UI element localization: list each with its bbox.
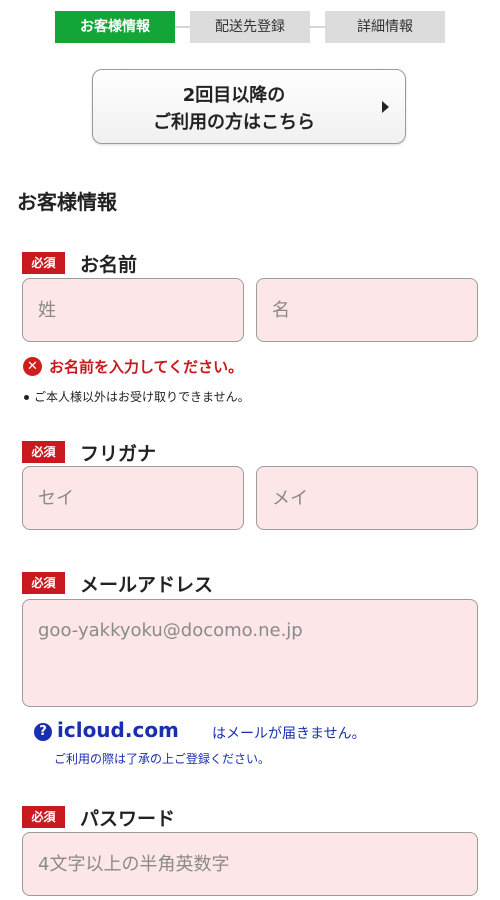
bullet-icon: [24, 395, 29, 400]
email-input[interactable]: [22, 599, 478, 707]
icloud-warning-text: はメールが届きません。: [212, 726, 366, 742]
step-shipping: 配送先登録: [190, 11, 310, 43]
icloud-domain: icloud.com: [57, 718, 179, 742]
required-badge: 必須: [22, 572, 65, 594]
furigana-label: フリガナ: [80, 443, 157, 465]
name-label: お名前: [80, 254, 138, 276]
last-name-input[interactable]: [22, 278, 244, 342]
required-badge: 必須: [22, 806, 65, 828]
returning-user-button[interactable]: 2回目以降の ご利用の方はこちら: [92, 69, 406, 144]
first-name-input[interactable]: [256, 278, 478, 342]
section-title: お客様情報: [17, 190, 117, 214]
password-input[interactable]: [22, 832, 478, 896]
returning-user-label: 2回目以降の ご利用の方はこちら: [153, 85, 315, 133]
name-note: ご本人様以外はお受け取りできません。: [24, 388, 250, 405]
password-label: パスワード: [80, 808, 176, 830]
icloud-warning-subtext: ご利用の際は了承の上ご登録ください。: [54, 752, 271, 766]
email-label: メールアドレス: [80, 574, 214, 596]
question-icon: ?: [34, 723, 52, 741]
step-progress: お客様情報 配送先登録 詳細情報: [0, 11, 500, 43]
required-badge: 必須: [22, 441, 65, 463]
last-name-kana-input[interactable]: [22, 466, 244, 530]
first-name-kana-input[interactable]: [256, 466, 478, 530]
name-error-message: お名前を入力してください。: [49, 358, 244, 376]
required-badge: 必須: [22, 252, 65, 274]
step-customer-info: お客様情報: [55, 11, 175, 43]
step-details: 詳細情報: [325, 11, 445, 43]
error-icon: ✕: [23, 357, 42, 376]
chevron-right-icon: [382, 101, 389, 113]
